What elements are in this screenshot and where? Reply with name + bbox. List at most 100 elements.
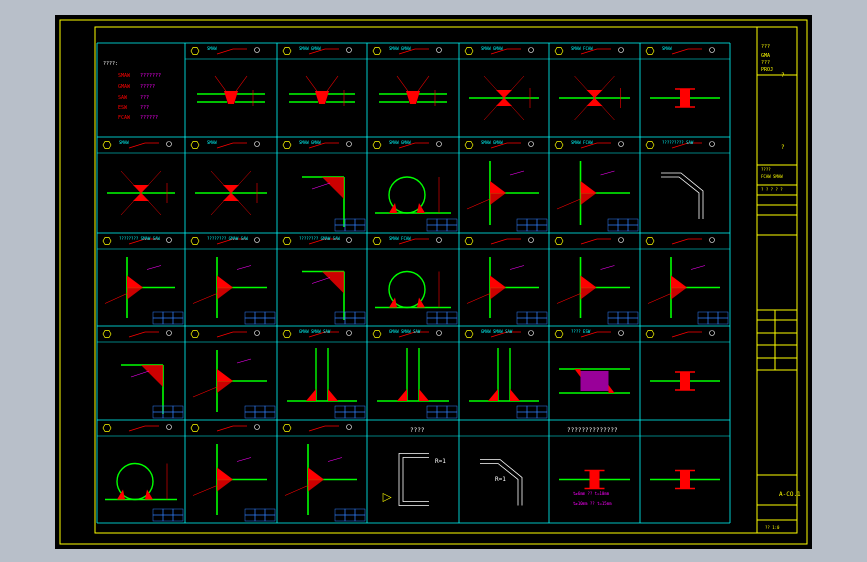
legend-code-0: SMAW	[118, 73, 131, 79]
dimension-table-cell	[162, 405, 174, 413]
dimension-table-cell	[172, 405, 184, 413]
fillet-weld	[608, 385, 615, 393]
detail-process-label: SMAW GMAW	[481, 140, 503, 145]
hexagon-marker-icon	[464, 47, 474, 55]
dimension-table-cell	[436, 224, 448, 232]
weld-all-around-icon	[346, 47, 352, 53]
dimension-table-cell	[244, 514, 256, 522]
dimension-table-cell	[607, 317, 619, 325]
dimension-table-cell	[536, 224, 548, 232]
leader-line	[130, 370, 150, 378]
hexagon-marker-icon	[645, 47, 655, 55]
fillet-weld	[389, 203, 397, 213]
fillet-weld	[580, 287, 597, 300]
dimension-table-cell	[426, 317, 438, 325]
dimension-table-cell	[354, 224, 366, 232]
row5-header-right: ??????????????	[567, 427, 618, 434]
dimension-table-cell	[436, 218, 448, 226]
dimension-table-cell	[536, 317, 548, 325]
dimension-table-cell	[254, 411, 266, 419]
fillet-weld	[217, 369, 233, 381]
weld-all-around-icon	[709, 141, 715, 147]
fillet-weld	[671, 275, 687, 288]
fillet-weld	[510, 389, 520, 401]
hexagon-marker-icon	[645, 330, 655, 338]
fillet-weld	[127, 287, 143, 300]
dimension-table-cell	[344, 508, 356, 516]
dimension-table-cell	[446, 311, 458, 319]
channel-outline	[402, 457, 429, 502]
dimension-table-cell	[344, 218, 356, 226]
fillet-weld	[308, 479, 324, 492]
weld-all-around-icon	[346, 237, 352, 243]
dimension-table-cell	[436, 317, 448, 325]
title-revision: ? ? ? ? ?	[761, 187, 783, 192]
dimension-table-cell	[536, 218, 548, 226]
fillet-weld	[490, 287, 506, 300]
dimension-table-cell	[697, 311, 709, 319]
hexagon-marker-icon	[554, 330, 564, 338]
legend-desc-0: ???????	[140, 73, 161, 79]
weld-process-legend: ????: SMAW ??????? GMAW ????? SAW ??? ES…	[103, 61, 161, 121]
dimension-table-cell	[354, 405, 366, 413]
dimension-table-cell	[707, 317, 719, 325]
detail-process-label: ????????? SAW	[662, 140, 694, 145]
electroslag-weld	[580, 371, 609, 391]
detail-process-label: GMAW SMAW SAW	[481, 329, 513, 334]
weld-symbol-leader	[308, 425, 339, 432]
weld-all-around-icon	[618, 330, 624, 336]
dimension-table-cell	[162, 508, 174, 516]
weld-symbol-leader	[216, 331, 247, 338]
legend-code-3: ESW	[118, 105, 128, 111]
detail-process-label: SMAW GMAW	[299, 140, 321, 145]
dimension-table-cell	[152, 514, 164, 522]
weld-symbol-leader	[216, 48, 247, 55]
dimension-table-cell	[717, 311, 729, 319]
hexagon-marker-icon	[372, 237, 382, 245]
legend-heading: ????:	[103, 61, 118, 67]
hexagon-marker-icon	[464, 330, 474, 338]
dimension-table-cell	[344, 411, 356, 419]
dimension-table-cell	[344, 405, 356, 413]
leader-line	[600, 265, 615, 270]
dimension-table-cell	[436, 405, 448, 413]
fillet-weld	[671, 287, 687, 300]
detail-process-label: ???????? SMAW SAW	[119, 236, 161, 241]
dimension-table-cell	[264, 514, 276, 522]
detail-process-label: ???????? GMAW SAW	[207, 236, 249, 241]
dimension-table-cell	[607, 311, 619, 319]
hexagon-marker-icon	[372, 141, 382, 149]
dimension-table-cell	[254, 311, 266, 319]
weld-all-around-icon	[528, 141, 534, 147]
weld-all-around-icon	[166, 330, 172, 336]
weld-all-around-icon	[618, 141, 624, 147]
triangle-marker-icon	[382, 493, 392, 502]
detail-grid	[96, 42, 731, 524]
dimension-table-cell	[526, 405, 538, 413]
detail-process-label: ???? ESW	[571, 329, 591, 334]
leader-line	[509, 265, 525, 270]
dimension-table-cell	[426, 405, 438, 413]
leader-line	[466, 198, 491, 210]
weld-symbol-leader	[671, 238, 702, 245]
dimension-table-cell	[264, 317, 276, 325]
weld-all-around-icon	[436, 237, 442, 243]
dimension-table-cell	[526, 218, 538, 226]
weld-symbol-leader	[580, 238, 611, 245]
dimension-table-cell	[162, 514, 174, 522]
weld-all-around-icon	[166, 424, 172, 430]
weld-all-around-icon	[254, 47, 260, 53]
detail-process-label: SMAW FCAW	[571, 140, 593, 145]
detail-process-label: SMAW	[119, 140, 129, 145]
dimension-table-cell	[264, 311, 276, 319]
dimension-table-cell	[254, 405, 266, 413]
dimension-table-cell	[334, 411, 346, 419]
row5-note-2: t≥10mm ?? t=15mm	[573, 501, 612, 506]
fillet-weld	[217, 479, 233, 492]
detail-process-label: SMAW	[662, 46, 672, 51]
weld-symbol-leader	[490, 238, 521, 245]
dimension-table-cell	[617, 218, 629, 226]
dimension-table-cell	[334, 514, 346, 522]
detail-process-label: GMAW SMAW SAW	[299, 329, 331, 334]
leader-line	[311, 182, 331, 190]
